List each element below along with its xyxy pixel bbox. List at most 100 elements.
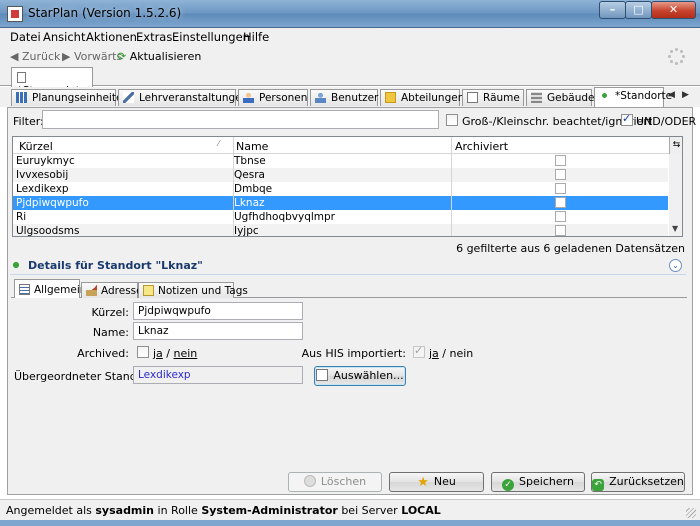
column-header-name[interactable]: Name [236, 140, 268, 153]
star-icon: ★ [417, 475, 429, 490]
title-bar: StarPlan (Version 1.5.2.6) – □ ✕ [0, 0, 700, 28]
column-chooser-icon[interactable]: ⇆ [669, 137, 682, 154]
cell-archived-checkbox[interactable] [555, 211, 566, 222]
collapse-details-icon[interactable]: ⌄ [669, 259, 682, 272]
table-row[interactable]: Lexdikexp Dmbqe [13, 182, 668, 196]
tab-stammdaten[interactable]: *Stammdaten [11, 67, 94, 97]
user-icon [315, 92, 326, 103]
standorte-table: Kürzel ⁄ Name Archiviert ⇆ Euruykmyc Tbns… [12, 136, 683, 237]
name-label: Name: [92, 326, 129, 339]
cell-archived-checkbox[interactable] [555, 183, 566, 194]
document-icon [17, 72, 26, 83]
archived-no-label[interactable]: nein [174, 347, 198, 360]
cell-archived-checkbox[interactable] [555, 225, 566, 236]
and-or-checkbox[interactable] [621, 112, 633, 126]
toolbar: ◀ Zurück ▶ Vorwärts ⟳ Aktualisieren [0, 46, 700, 68]
menu-datei[interactable]: Datei [10, 30, 41, 44]
delete-icon [303, 475, 316, 487]
archived-separator: / [166, 347, 171, 360]
location-icon [10, 259, 22, 271]
tab-benutzer[interactable]: Benutzer [310, 89, 378, 106]
app-icon [7, 6, 23, 22]
menu-aktionen[interactable]: Aktionen [86, 30, 137, 44]
refresh-button[interactable]: ⟳ Aktualisieren [117, 50, 201, 63]
menu-hilfe[interactable]: Hilfe [243, 30, 269, 44]
tab-scroll-right-icon[interactable]: ▶ [680, 90, 691, 104]
status-server: LOCAL [401, 504, 441, 517]
cell-archived-checkbox[interactable] [555, 197, 566, 208]
tab-abteilungen[interactable]: Abteilungen [380, 89, 464, 106]
his-imported-label: Aus HIS importiert: [301, 347, 406, 360]
table-row[interactable]: Ri Ugfhdhoqbvyqlmpr [13, 210, 668, 224]
table-row[interactable]: Pjdpiwqwpufo Lknaz [13, 196, 668, 210]
location-icon [599, 90, 610, 101]
document-tab-strip [0, 68, 700, 86]
new-button[interactable]: ★ Neu [389, 472, 484, 492]
minimize-button[interactable]: – [599, 1, 626, 19]
person-icon [243, 92, 254, 103]
maximize-button[interactable]: □ [625, 1, 652, 19]
cell-archived-checkbox[interactable] [555, 155, 566, 166]
cell-name: Tbnse [234, 155, 266, 167]
note-icon [143, 285, 154, 296]
parent-location-field: Lexdikexp [133, 366, 303, 384]
column-header-archiviert[interactable]: Archiviert [455, 140, 508, 153]
table-scrollbar[interactable]: ▼ [669, 154, 682, 236]
back-arrow-icon: ◀ [10, 50, 19, 63]
table-row[interactable]: Ivvxesobij Qesra [13, 168, 668, 182]
folder-icon [385, 92, 396, 103]
filter-label: Filter: [13, 115, 44, 128]
menu-einstellungen[interactable]: Einstellungen [172, 30, 250, 44]
menu-extras[interactable]: Extras [136, 30, 172, 44]
table-row[interactable]: Euruykmyc Tbnse [13, 154, 668, 168]
back-button[interactable]: ◀ Zurück [10, 50, 60, 63]
delete-button[interactable]: Löschen [288, 472, 382, 492]
cell-kuerzel: Pjdpiwqwpufo [16, 197, 89, 209]
tab-standorte[interactable]: *Standorte [594, 87, 672, 107]
menu-bar: Datei Ansicht Aktionen Extras Einstellun… [0, 28, 700, 46]
select-parent-button[interactable]: Auswählen... [314, 366, 406, 386]
cell-kuerzel: Euruykmyc [16, 155, 75, 167]
tab-adresse[interactable]: Adresse [81, 282, 143, 298]
his-separator: / [442, 347, 447, 360]
archived-yes-label[interactable]: ja [153, 347, 163, 360]
undo-icon: ↶ [592, 479, 605, 491]
cell-name: Qesra [234, 169, 265, 181]
window-bottom-border [0, 520, 700, 526]
parent-location-label: Übergeordneter Standort: [14, 370, 157, 383]
cell-name: Lknaz [234, 197, 265, 209]
tab-gebaeude[interactable]: Gebäude [526, 89, 594, 106]
resize-grip-icon[interactable] [686, 508, 696, 518]
archived-checkbox[interactable] [137, 346, 149, 358]
kuerzel-input[interactable]: Pjdpiwqwpufo [133, 302, 303, 320]
door-icon [467, 92, 478, 103]
reset-button[interactable]: ↶ Zurücksetzen [591, 472, 685, 492]
details-header: Details für Standort "Lknaz" [10, 259, 203, 272]
tab-planungseinheiten[interactable]: Planungseinheiten [11, 89, 129, 106]
filter-input[interactable] [42, 110, 439, 129]
forward-button[interactable]: ▶ Vorwärts [62, 50, 122, 63]
pen-icon [123, 92, 134, 103]
tab-raeume[interactable]: Räume [462, 89, 524, 106]
scroll-down-icon[interactable]: ▼ [672, 224, 678, 233]
record-count: 6 gefilterte aus 6 geladenen Datensätzen [456, 242, 685, 255]
forward-arrow-icon: ▶ [62, 50, 71, 63]
tab-lehrveranstaltungen[interactable]: Lehrveranstaltungen [118, 89, 248, 106]
menu-ansicht[interactable]: Ansicht [43, 30, 85, 44]
status-role: System-Administrator [201, 504, 338, 517]
column-header-kuerzel[interactable]: Kürzel [19, 140, 53, 153]
tab-allgemein[interactable]: Allgemein [14, 279, 86, 298]
building-icon [531, 92, 542, 103]
cell-archived-checkbox[interactable] [555, 169, 566, 180]
close-button[interactable]: ✕ [651, 1, 696, 19]
name-input[interactable]: Lknaz [133, 322, 303, 340]
tab-scroll-left-icon[interactable]: ◀ [666, 90, 677, 104]
status-user: sysadmin [95, 504, 155, 517]
house-icon [86, 285, 97, 296]
save-button[interactable]: ✓ Speichern [491, 472, 585, 492]
table-row[interactable]: Ulgsoodsms Iyjpc [13, 224, 668, 236]
tab-notizen-und-tags[interactable]: Notizen und Tags [138, 282, 248, 298]
case-sensitive-checkbox[interactable] [446, 114, 458, 126]
tab-personen[interactable]: Personen [238, 89, 308, 106]
grid-icon [16, 92, 27, 103]
